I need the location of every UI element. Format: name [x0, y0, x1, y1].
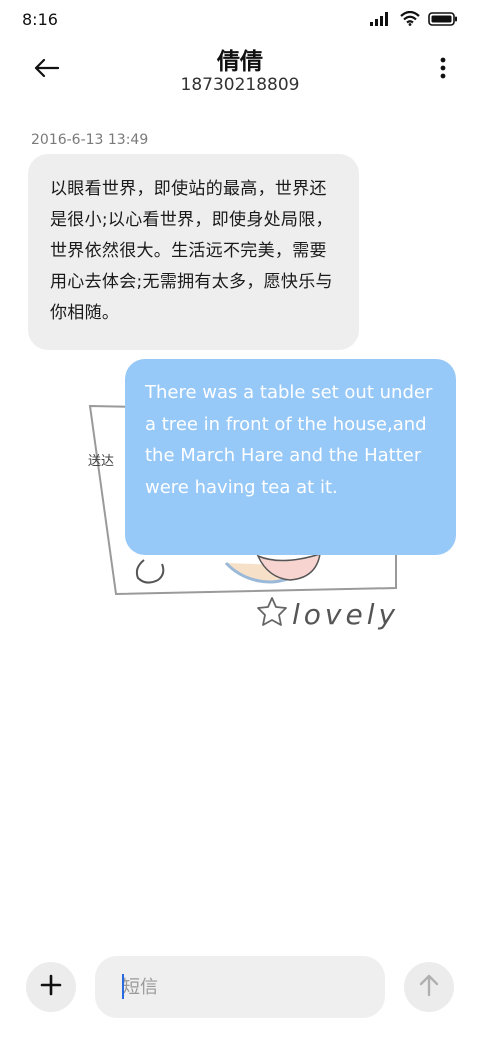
- message-input-wrapper: [95, 956, 385, 1018]
- more-vertical-icon: [440, 57, 446, 83]
- text-cursor: [122, 974, 124, 999]
- status-icons: [370, 10, 458, 30]
- signal-icon: [370, 11, 392, 30]
- conversation-header: 倩倩 18730218809: [0, 40, 480, 102]
- status-bar: 8:16: [0, 0, 480, 40]
- incoming-message-bubble[interactable]: 以眼看世界，即使站的最高，世界还是很小;以心看世界，即使身处局限，世界依然很大。…: [28, 154, 359, 350]
- add-attachment-button[interactable]: [26, 962, 76, 1012]
- status-time: 8:16: [22, 10, 58, 29]
- contact-number: 18730218809: [180, 75, 300, 95]
- delivery-status: 送达: [88, 454, 115, 469]
- message-input[interactable]: [95, 956, 385, 1018]
- outgoing-message-text: There was a table set out under a tree i…: [145, 382, 433, 498]
- wifi-icon: [400, 10, 420, 30]
- incoming-message-text: 以眼看世界，即使站的最高，世界还是很小;以心看世界，即使身处局限，世界依然很大。…: [50, 179, 333, 323]
- compose-bar: [0, 950, 480, 1026]
- more-options-button[interactable]: [436, 54, 450, 86]
- sticker-text: lovely: [292, 598, 399, 631]
- send-button[interactable]: [404, 962, 454, 1012]
- message-timestamp: 2016-6-13 13:49: [31, 132, 149, 148]
- plus-icon: [40, 974, 62, 1000]
- outgoing-message-bubble[interactable]: There was a table set out under a tree i…: [125, 359, 456, 555]
- contact-name: 倩倩: [217, 49, 263, 75]
- send-arrow-up-icon: [418, 973, 440, 1001]
- star-icon: [257, 597, 287, 626]
- battery-icon: [428, 11, 458, 30]
